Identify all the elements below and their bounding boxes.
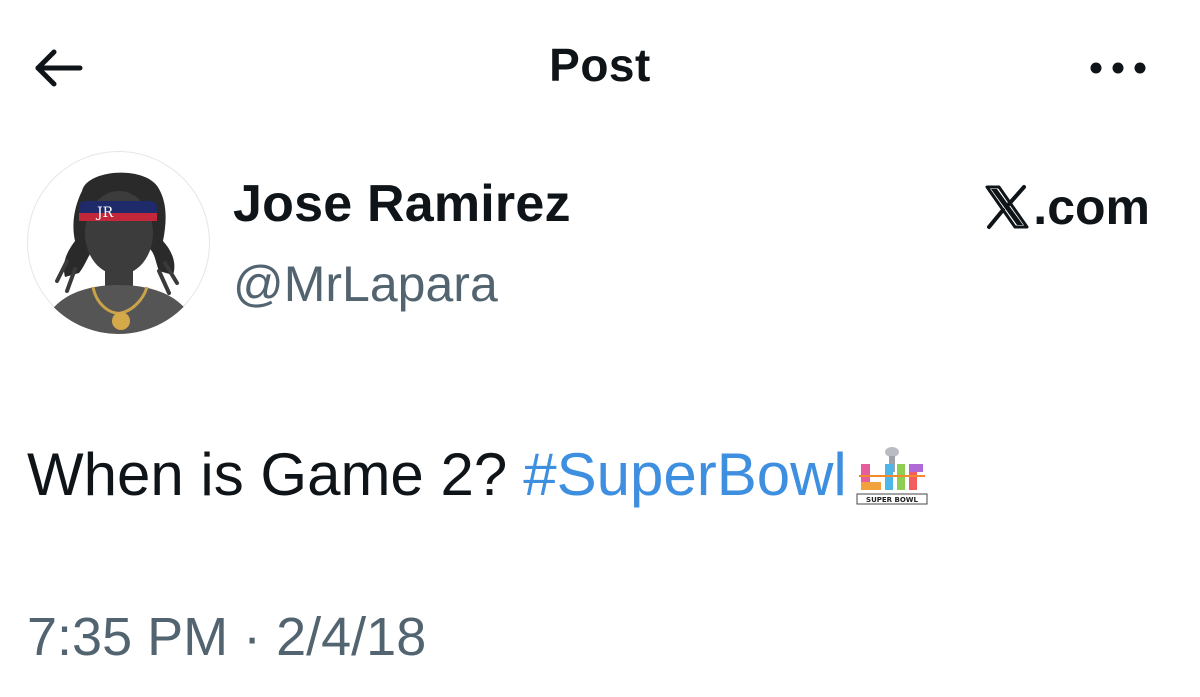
source-link[interactable]: .com — [983, 178, 1150, 236]
x-logo-icon — [985, 185, 1029, 229]
superbowl-lii-emoji[interactable]: SUPER BOWL — [855, 442, 929, 508]
svg-text:JR: JR — [95, 205, 114, 221]
post-timestamp[interactable]: 7:35 PM · 2/4/18 — [27, 606, 426, 668]
author-display-name[interactable]: Jose Ramirez — [233, 174, 571, 234]
superbowl-caption: SUPER BOWL — [866, 496, 918, 504]
post-page: Post JR Jose Ramirez @MrLapara .com When… — [0, 0, 1200, 697]
author-handle[interactable]: @MrLapara — [233, 255, 498, 313]
tweet-text: When is Game 2? #SuperBowl SUPER BOWL — [27, 440, 929, 509]
more-horizontal-icon — [1090, 62, 1146, 74]
hashtag-link[interactable]: #SuperBowl — [523, 440, 847, 509]
more-button[interactable] — [1088, 50, 1148, 86]
tweet-body: When is Game 2? — [27, 441, 508, 508]
avatar[interactable]: JR — [27, 151, 210, 334]
source-domain: .com — [1033, 179, 1150, 235]
page-title: Post — [549, 39, 651, 91]
avatar-silhouette: JR — [41, 172, 197, 334]
